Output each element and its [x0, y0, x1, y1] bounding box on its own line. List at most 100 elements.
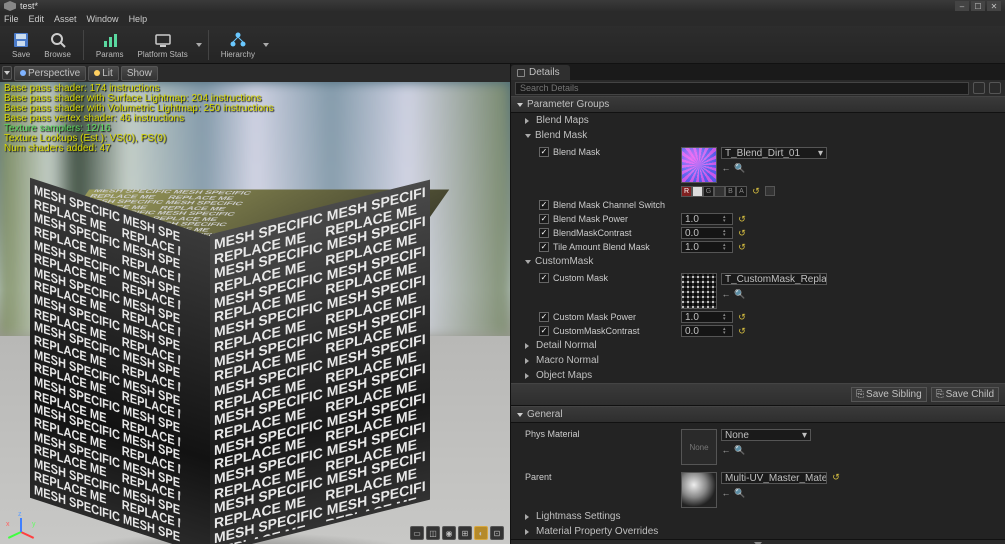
viewport-options-button[interactable]	[2, 66, 12, 80]
browse-asset-icon[interactable]: 🔍	[735, 445, 745, 455]
reset-icon[interactable]: ↺	[737, 214, 747, 224]
preview-mesh-cube: MESH SPECIFIC MESH SPECIFIC REPLACE ME R…	[30, 162, 450, 542]
show-button[interactable]: Show	[121, 66, 158, 81]
phys-material-thumb[interactable]: None	[681, 429, 717, 465]
viewport-pane: Perspective Lit Show Base pass shader: 1…	[0, 64, 510, 544]
tile-amount-field[interactable]: 1.0▴▾	[681, 241, 733, 253]
use-selected-icon[interactable]: ←	[721, 163, 731, 173]
blend-mask-texture-combo[interactable]: T_Blend_Dirt_01▾	[721, 147, 827, 159]
blend-mask-contrast-chk[interactable]	[539, 228, 549, 238]
reset-channel-icon[interactable]: ↺	[751, 186, 761, 196]
custom-mask-texture-combo[interactable]: T_CustomMask_ReplaceMe▾	[721, 273, 827, 285]
save-row: ⎘Save Sibling ⎘Save Child	[511, 383, 1005, 406]
phys-material-combo[interactable]: None▾	[721, 429, 811, 441]
reset-icon[interactable]: ↺	[737, 326, 747, 336]
custom-mask-power-chk[interactable]	[539, 312, 549, 322]
phys-material-label: Phys Material	[525, 429, 580, 439]
custom-mask-power-label: Custom Mask Power	[553, 312, 636, 322]
sub-macro-normal[interactable]: Macro Normal	[511, 353, 1005, 368]
blend-mask-contrast-field[interactable]: 0.0▴▾	[681, 227, 733, 239]
platform-stats-button[interactable]: Platform Stats	[131, 27, 193, 63]
channel-r[interactable]: R	[681, 186, 692, 197]
lit-button[interactable]: Lit	[88, 66, 119, 81]
save-sibling-button[interactable]: ⎘Save Sibling	[851, 387, 927, 402]
menu-window[interactable]: Window	[87, 14, 119, 24]
shader-stats: Base pass shader: 174 instructions Base …	[4, 84, 274, 154]
blend-mask-channel-switch-label: Blend Mask Channel Switch	[553, 200, 665, 210]
reset-icon[interactable]: ↺	[737, 312, 747, 322]
blend-mask-contrast-label: BlendMaskContrast	[553, 228, 632, 238]
blend-mask-power-label: Blend Mask Power	[553, 214, 628, 224]
save-child-button[interactable]: ⎘Save Child	[931, 387, 999, 402]
hierarchy-button[interactable]: Hierarchy	[215, 27, 261, 63]
parent-material-combo[interactable]: Multi-UV_Master_Material_RMA▾	[721, 472, 827, 484]
channel-g[interactable]: G	[703, 186, 714, 197]
sub-blend-maps[interactable]: Blend Maps	[511, 113, 1005, 128]
reset-parent-icon[interactable]: ↺	[831, 472, 841, 482]
channel-a[interactable]: A	[736, 186, 747, 197]
browse-asset-icon[interactable]: 🔍	[735, 289, 745, 299]
platform-stats-icon	[154, 31, 172, 49]
reset-icon[interactable]: ↺	[737, 242, 747, 252]
vp-btn-5[interactable]: ◐	[474, 526, 488, 540]
save-icon	[12, 31, 30, 49]
custom-mask-contrast-label: CustomMaskContrast	[553, 326, 640, 336]
menu-help[interactable]: Help	[129, 14, 148, 24]
channel-extra[interactable]	[765, 186, 775, 196]
sub-object-maps[interactable]: Object Maps	[511, 368, 1005, 383]
tile-amount-chk[interactable]	[539, 242, 549, 252]
vp-btn-3[interactable]: ◉	[442, 526, 456, 540]
sub-material-override[interactable]: Material Property Overrides	[511, 524, 1005, 539]
maximize-button[interactable]: ☐	[971, 1, 985, 11]
use-selected-icon[interactable]: ←	[721, 289, 731, 299]
window-title: test*	[20, 1, 953, 11]
hierarchy-dropdown-icon[interactable]	[263, 43, 269, 47]
blend-mask-power-field[interactable]: 1.0▴▾	[681, 213, 733, 225]
save-button[interactable]: Save	[6, 27, 36, 63]
perspective-button[interactable]: Perspective	[14, 66, 86, 81]
section-parameter-groups[interactable]: Parameter Groups	[511, 96, 1005, 113]
parent-material-thumb[interactable]	[681, 472, 717, 508]
search-filter-button[interactable]	[989, 82, 1001, 94]
custom-mask-contrast-chk[interactable]	[539, 326, 549, 336]
channel-b[interactable]: B	[725, 186, 736, 197]
reset-icon[interactable]: ↺	[737, 228, 747, 238]
sub-custom-mask[interactable]: CustomMask	[511, 254, 1005, 269]
vp-btn-6[interactable]: ⊡	[490, 526, 504, 540]
menu-edit[interactable]: Edit	[29, 14, 45, 24]
custom-mask-texture-thumb[interactable]	[681, 273, 717, 309]
platform-stats-dropdown-icon[interactable]	[196, 43, 202, 47]
search-details-input[interactable]	[515, 82, 969, 95]
custom-mask-power-field[interactable]: 1.0▴▾	[681, 311, 733, 323]
menu-bar: File Edit Asset Window Help	[0, 12, 1005, 26]
close-button[interactable]: ✕	[987, 1, 1001, 11]
params-button[interactable]: Params	[90, 27, 130, 63]
vp-btn-1[interactable]: ▭	[410, 526, 424, 540]
viewport-3d[interactable]: Base pass shader: 174 instructions Base …	[0, 82, 510, 544]
blend-mask-texture-thumb[interactable]	[681, 147, 717, 183]
use-selected-icon[interactable]: ←	[721, 488, 731, 498]
blend-mask-channel-switch-chk[interactable]	[539, 200, 549, 210]
sub-blend-mask[interactable]: Blend Mask	[511, 128, 1005, 143]
section-general[interactable]: General	[511, 406, 1005, 423]
sub-lightmass[interactable]: Lightmass Settings	[511, 509, 1005, 524]
details-tab[interactable]: Details	[511, 65, 570, 80]
custom-mask-chk[interactable]	[539, 273, 549, 283]
vp-btn-4[interactable]: ⊞	[458, 526, 472, 540]
minimize-button[interactable]: –	[955, 1, 969, 11]
menu-file[interactable]: File	[4, 14, 19, 24]
sub-detail-normal[interactable]: Detail Normal	[511, 338, 1005, 353]
blend-mask-checkbox[interactable]	[539, 147, 549, 157]
menu-asset[interactable]: Asset	[54, 14, 77, 24]
vp-btn-2[interactable]: ◫	[426, 526, 440, 540]
params-icon	[101, 31, 119, 49]
search-options-button[interactable]	[973, 82, 985, 94]
channel-white[interactable]	[692, 186, 703, 197]
browse-button[interactable]: Browse	[38, 27, 77, 63]
custom-mask-contrast-field[interactable]: 0.0▴▾	[681, 325, 733, 337]
browse-asset-icon[interactable]: 🔍	[735, 163, 745, 173]
browse-asset-icon[interactable]: 🔍	[735, 488, 745, 498]
blend-mask-power-chk[interactable]	[539, 214, 549, 224]
expand-general-button[interactable]	[511, 539, 1005, 544]
use-selected-icon[interactable]: ←	[721, 445, 731, 455]
